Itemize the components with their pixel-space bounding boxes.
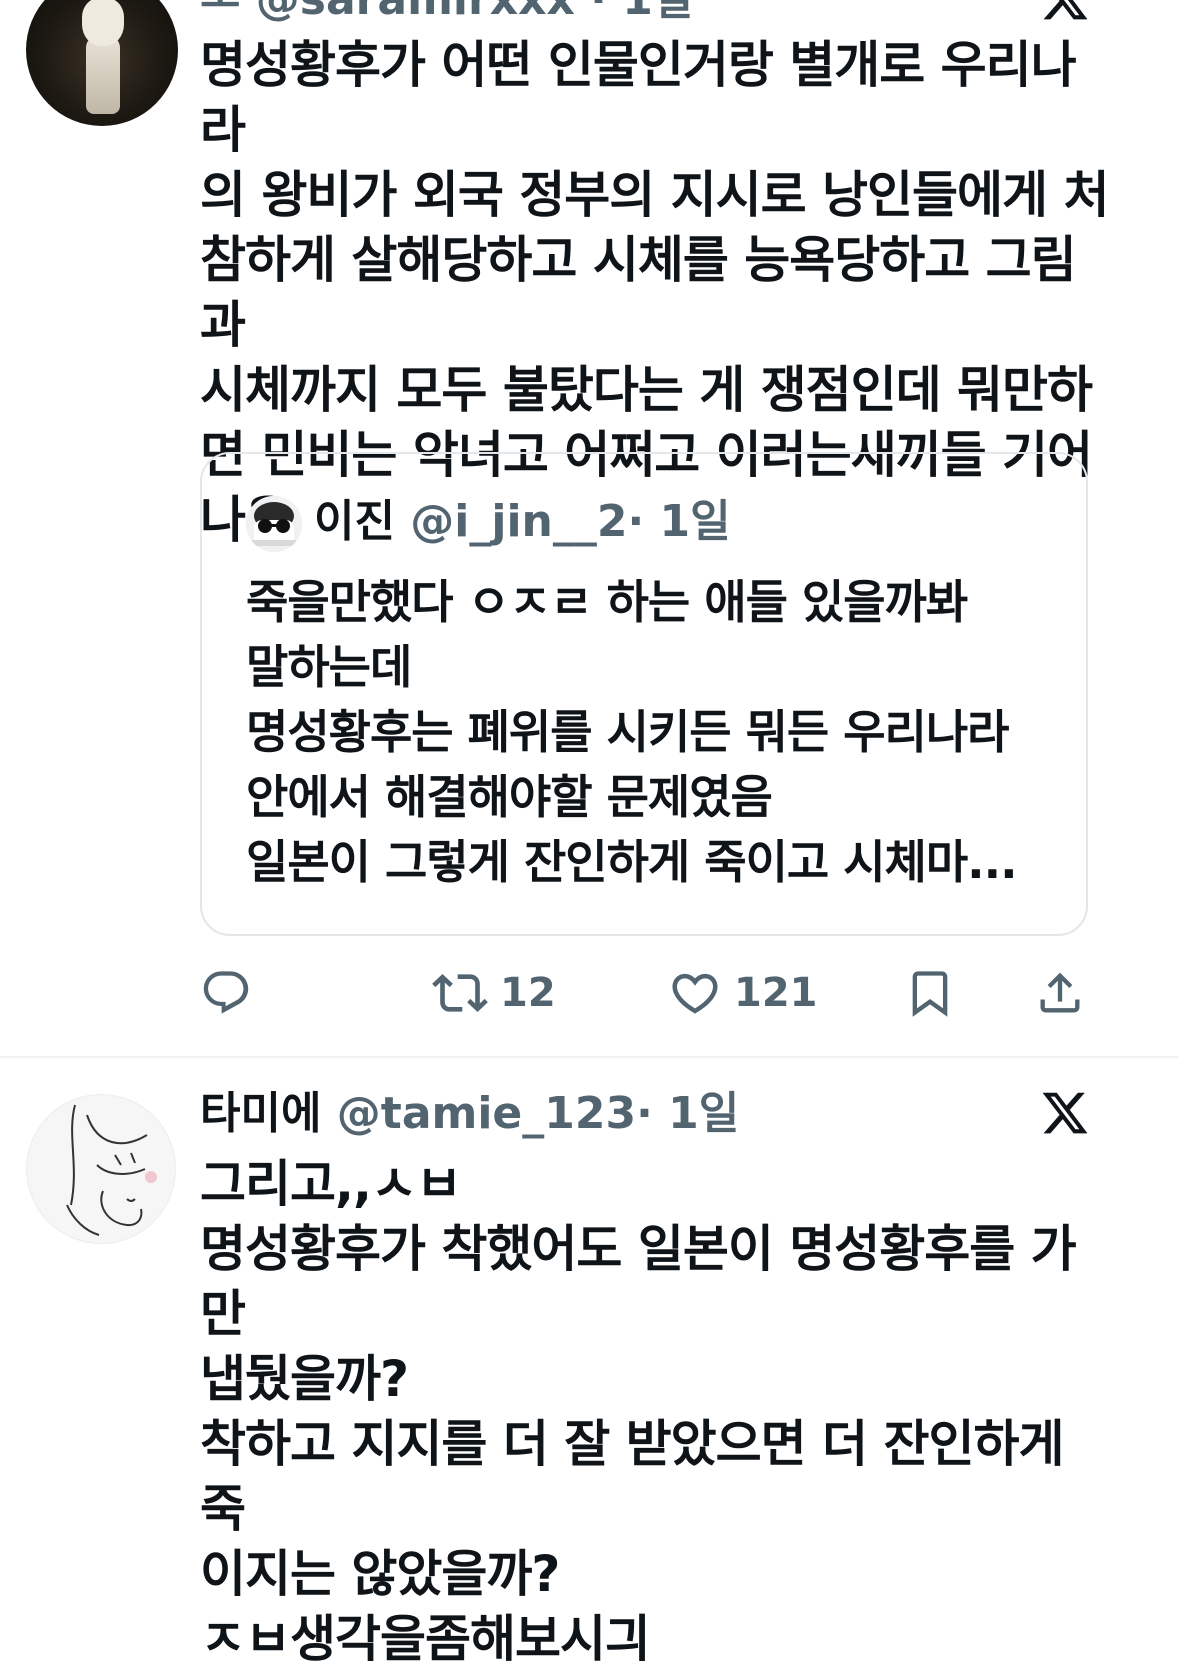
- bookmark-icon: [912, 971, 948, 1017]
- quoted-tweet[interactable]: 이진 @i_jin__2· 1일 죽을만했다 ㅇㅈㄹ 하는 애들 있을까봐 말하…: [200, 452, 1088, 936]
- avatar[interactable]: [26, 0, 178, 126]
- quote-author-name[interactable]: 이진: [314, 496, 395, 547]
- quote-time: · 1일: [627, 496, 731, 547]
- tweet-header: 타미에 @tamie_123· 1일: [200, 1086, 739, 1142]
- author-handle[interactable]: @tamie_123: [337, 1088, 636, 1139]
- share-icon: [1040, 972, 1080, 1013]
- sketch-face-icon: [66, 1104, 157, 1236]
- quote-text: 죽을만했다 ㅇㅈㄹ 하는 애들 있을까봐 말하는데 명성황후는 폐위를 시키든 …: [246, 575, 1018, 889]
- like-count: 121: [734, 970, 818, 1016]
- tweet-actions: 12 121: [200, 960, 1090, 1026]
- reply-icon: [203, 971, 249, 1014]
- tweet-text: 그리고,,ㅅㅂ 명성황후가 착했어도 일본이 명성황후를 가만 냅뒀을까? 착하…: [200, 1155, 1077, 1668]
- sunglasses-face-icon: [246, 496, 302, 552]
- like-button[interactable]: 121: [668, 960, 818, 1026]
- retweet-icon: [432, 974, 488, 1012]
- x-logo-icon[interactable]: [1040, 0, 1090, 24]
- tweet-header: ㅗ @saramirxxx · 1일: [200, 0, 693, 28]
- reply-button[interactable]: [200, 960, 252, 1026]
- retweet-button[interactable]: 12: [432, 960, 556, 1026]
- tweet-divider: [0, 1056, 1179, 1058]
- heart-icon: [672, 973, 718, 1014]
- goat-figure: [86, 34, 120, 114]
- author-name[interactable]: 타미에: [200, 1088, 321, 1139]
- quote-author-handle[interactable]: @i_jin__2: [410, 496, 627, 547]
- tweet-time: · 1일: [636, 1088, 740, 1139]
- retweet-count: 12: [500, 970, 556, 1016]
- bookmark-button[interactable]: [904, 960, 956, 1026]
- tweet-header-text: ㅗ @saramirxxx · 1일: [200, 0, 693, 25]
- quote-header: 이진 @i_jin__2· 1일: [314, 490, 731, 554]
- avatar[interactable]: [26, 1094, 176, 1244]
- x-logo-icon[interactable]: [1040, 1088, 1090, 1138]
- share-button[interactable]: [1034, 960, 1086, 1026]
- goat-head: [82, 0, 124, 46]
- quote-avatar: [246, 496, 302, 552]
